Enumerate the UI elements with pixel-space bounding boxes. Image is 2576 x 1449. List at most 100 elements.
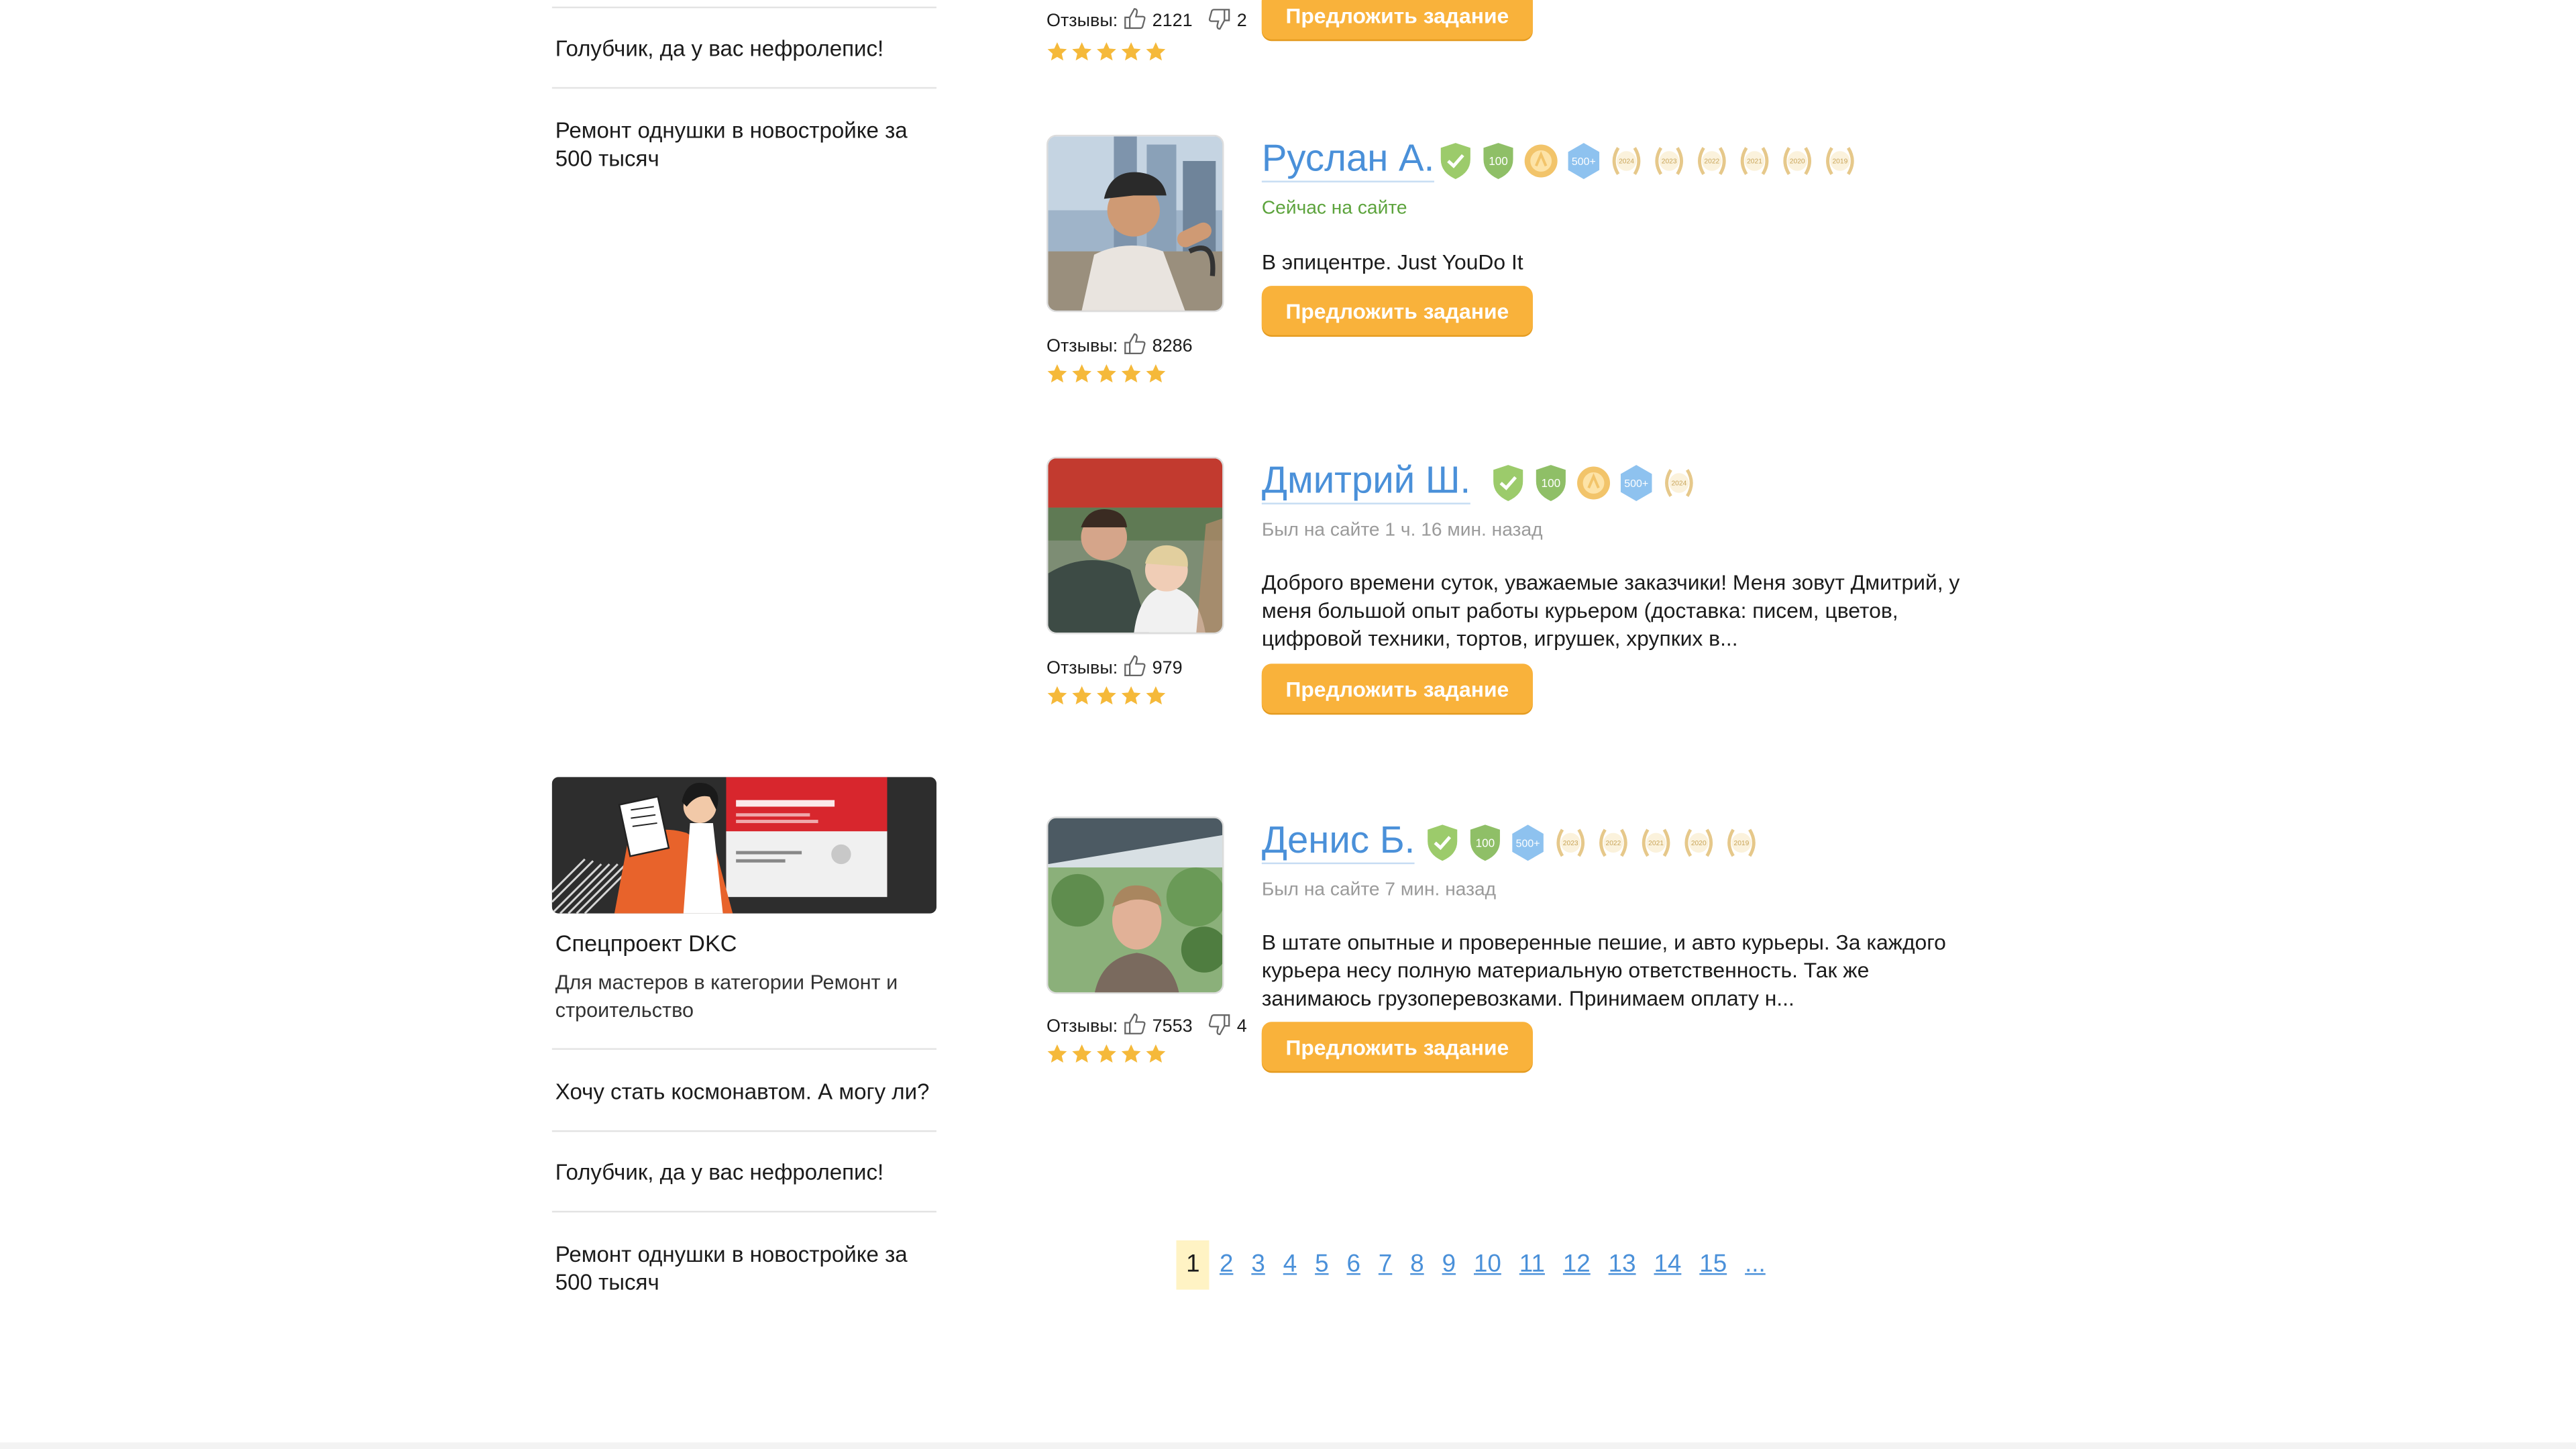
page-link-11[interactable]: 11 <box>1511 1240 1554 1289</box>
performer-avatar[interactable] <box>1046 456 1224 635</box>
offer-task-button[interactable]: Предложить задание <box>1261 286 1533 335</box>
page-link-3[interactable]: 3 <box>1243 1240 1273 1289</box>
star-icon <box>1097 364 1116 383</box>
last-seen-status: Был на сайте 1 ч. 16 мин. назад <box>1261 521 1543 541</box>
sidebar-article-link[interactable]: Голубчик, да у вас нефролепис! <box>552 1159 936 1187</box>
year-laurel-icon: 2020 <box>1783 147 1812 175</box>
performer-description: В эпицентре. Just YouDo It <box>1261 250 1523 274</box>
star-icon <box>1146 364 1166 383</box>
likes-count: 979 <box>1152 659 1183 679</box>
achievement-badges: 100 500+ 2023 2022 2021 2020 2019 <box>1423 823 1761 863</box>
promo-title[interactable]: Спецпроект DKC <box>555 930 737 956</box>
year-laurel-icon: 2022 <box>1599 828 1627 857</box>
five-hundred-plus-badge-icon: 500+ <box>1620 465 1652 501</box>
svg-text:500+: 500+ <box>1572 156 1596 168</box>
svg-text:100: 100 <box>1476 836 1495 849</box>
promo-description: Для мастеров в категории Ремонт и строит… <box>555 971 898 1022</box>
page-link-2[interactable]: 2 <box>1212 1240 1242 1289</box>
rating-stars <box>1046 1043 1167 1065</box>
award-medal-icon <box>1524 144 1558 178</box>
performer-avatar[interactable] <box>1046 134 1224 313</box>
sidebar-divider <box>551 1210 936 1213</box>
hundred-reviews-shield-icon: 100 <box>1470 824 1500 861</box>
page-link-more[interactable]: ... <box>1737 1240 1774 1289</box>
rating-stars <box>1046 363 1167 384</box>
star-icon <box>1146 42 1166 61</box>
sidebar-divider <box>551 87 936 89</box>
year-laurel-icon: 2019 <box>1826 147 1854 175</box>
star-icon <box>1097 686 1116 705</box>
page-current: 1 <box>1176 1240 1210 1290</box>
performer-description: Доброго времени суток, уважаемые заказчи… <box>1261 570 1960 651</box>
sidebar-article-link[interactable]: Ремонт однушки в новостройке за 500 тыся… <box>552 117 936 172</box>
performer-name[interactable]: Денис Б. <box>1261 816 1415 865</box>
star-icon <box>1146 686 1166 705</box>
pagination: 1 2 3 4 5 6 7 8 9 10 11 12 13 14 15 ... <box>1176 1240 1775 1290</box>
year-laurel-icon: 2024 <box>1665 469 1693 497</box>
page-link-12[interactable]: 12 <box>1555 1240 1599 1289</box>
sidebar-article-link[interactable]: Голубчик, да у вас нефролепис! <box>552 34 936 62</box>
svg-text:100: 100 <box>1542 476 1561 490</box>
page-link-13[interactable]: 13 <box>1600 1240 1644 1289</box>
year-laurel-icon: 2023 <box>1655 147 1683 175</box>
year-laurel-icon: 2021 <box>1642 828 1670 857</box>
star-icon <box>1097 42 1116 61</box>
likes-count: 2121 <box>1152 11 1193 32</box>
performer-name[interactable]: Руслан А. <box>1261 135 1435 182</box>
offer-task-button[interactable]: Предложить задание <box>1261 663 1533 713</box>
year-laurel-icon: 2024 <box>1612 147 1641 175</box>
svg-text:2020: 2020 <box>1691 840 1707 847</box>
page-link-8[interactable]: 8 <box>1402 1240 1432 1289</box>
svg-text:2019: 2019 <box>1832 158 1847 166</box>
star-icon <box>1146 1044 1166 1063</box>
sidebar-divider <box>551 1048 936 1050</box>
page-link-15[interactable]: 15 <box>1691 1240 1735 1289</box>
page-link-5[interactable]: 5 <box>1307 1240 1337 1289</box>
svg-text:2021: 2021 <box>1648 840 1664 847</box>
performer-name[interactable]: Дмитрий Ш. <box>1261 457 1471 504</box>
star-icon <box>1121 42 1141 61</box>
reviews-summary: Отзывы: 2121 2 <box>1046 7 1256 36</box>
svg-text:100: 100 <box>1489 154 1508 168</box>
year-laurel-icon: 2023 <box>1556 828 1585 857</box>
page-link-10[interactable]: 10 <box>1466 1240 1509 1289</box>
likes-count: 8286 <box>1152 337 1193 357</box>
page-link-7[interactable]: 7 <box>1371 1240 1401 1289</box>
five-hundred-plus-badge-icon: 500+ <box>1512 824 1544 861</box>
page-link-6[interactable]: 6 <box>1338 1240 1368 1289</box>
svg-text:2024: 2024 <box>1671 480 1686 488</box>
page-link-9[interactable]: 9 <box>1434 1240 1464 1289</box>
sidebar-article-link[interactable]: Ремонт однушки в новостройке за 500 тыся… <box>552 1240 936 1296</box>
five-hundred-plus-badge-icon: 500+ <box>1568 143 1600 179</box>
star-icon <box>1047 686 1067 705</box>
svg-text:2024: 2024 <box>1619 158 1634 166</box>
hundred-reviews-shield-icon: 100 <box>1483 143 1513 179</box>
thumbs-down-icon <box>1208 1012 1232 1042</box>
page-link-4[interactable]: 4 <box>1275 1240 1305 1289</box>
svg-text:500+: 500+ <box>1516 838 1540 849</box>
star-icon <box>1072 364 1091 383</box>
sidebar-article-link[interactable]: Хочу стать космонавтом. А могу ли? <box>552 1078 936 1106</box>
svg-text:500+: 500+ <box>1624 478 1648 490</box>
performer-avatar[interactable] <box>1046 816 1224 994</box>
page-link-14[interactable]: 14 <box>1646 1240 1689 1289</box>
reviews-label: Отзывы: <box>1046 1016 1118 1037</box>
star-icon <box>1047 364 1067 383</box>
hundred-reviews-shield-icon: 100 <box>1536 465 1566 501</box>
sidebar-divider <box>551 6 936 9</box>
likes-count: 7553 <box>1152 1016 1193 1037</box>
thumbs-up-icon <box>1123 7 1148 36</box>
star-icon <box>1121 1044 1141 1063</box>
sidebar-divider <box>551 1130 936 1132</box>
promo-banner-image[interactable] <box>551 777 936 914</box>
performer-description: В штате опытные и проверенные пешие, и а… <box>1261 930 1946 1011</box>
offer-task-button[interactable]: Предложить задание <box>1261 1022 1533 1071</box>
last-seen-status: Был на сайте 7 мин. назад <box>1261 880 1497 901</box>
reviews-summary: Отзывы: 979 <box>1046 654 1192 684</box>
star-icon <box>1097 1044 1116 1063</box>
svg-text:2020: 2020 <box>1790 158 1805 166</box>
svg-text:2023: 2023 <box>1563 840 1578 847</box>
award-medal-icon <box>1577 466 1611 500</box>
verified-shield-icon <box>1440 143 1470 179</box>
offer-task-button[interactable]: Предложить задание <box>1261 0 1533 40</box>
